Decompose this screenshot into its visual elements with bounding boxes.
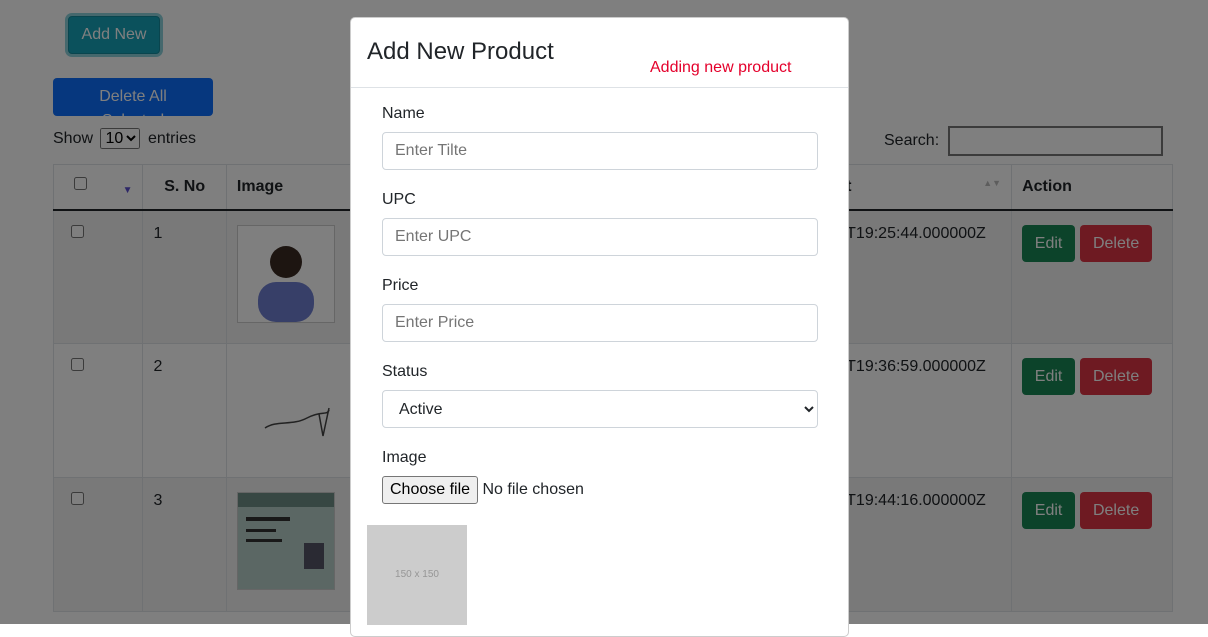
upc-label: UPC xyxy=(382,191,416,208)
add-product-modal: Add New Product Adding new product Name … xyxy=(350,17,849,637)
image-label: Image xyxy=(382,449,427,466)
name-group: Name xyxy=(382,105,818,170)
no-file-text: No file chosen xyxy=(482,481,584,498)
file-input: Choose file No file chosen xyxy=(382,476,818,504)
upc-input[interactable] xyxy=(382,218,818,256)
image-preview-placeholder: 150 x 150 xyxy=(367,525,467,625)
image-group: Image Choose file No file chosen xyxy=(382,449,818,504)
upc-group: UPC xyxy=(382,191,818,256)
status-group: Status Active xyxy=(382,363,818,428)
status-label: Status xyxy=(382,363,428,380)
name-input[interactable] xyxy=(382,132,818,170)
name-label: Name xyxy=(382,105,425,122)
modal-header: Add New Product Adding new product xyxy=(351,18,848,88)
price-group: Price xyxy=(382,277,818,342)
choose-file-button[interactable]: Choose file xyxy=(382,476,479,504)
price-input[interactable] xyxy=(382,304,818,342)
status-select[interactable]: Active xyxy=(382,390,818,428)
price-label: Price xyxy=(382,277,419,294)
modal-title: Add New Product xyxy=(367,38,554,65)
modal-status-text: Adding new product xyxy=(650,59,792,76)
